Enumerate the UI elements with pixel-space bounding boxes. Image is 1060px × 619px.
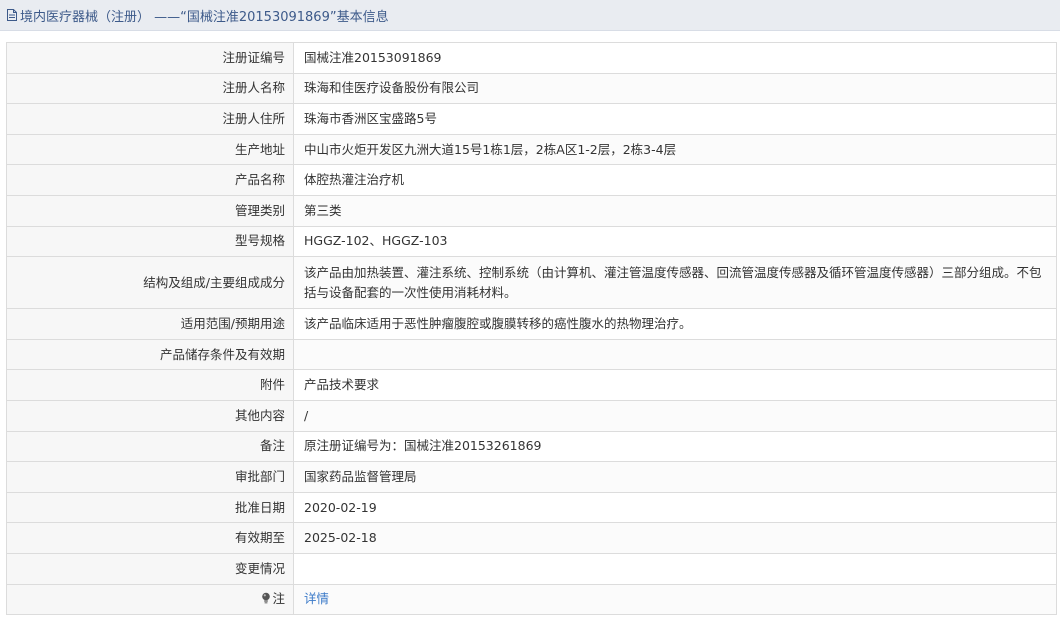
row-label: 备注 (6, 430, 294, 463)
row-label: 产品储存条件及有效期 (6, 338, 294, 371)
row-value: 国械注准20153091869 (293, 42, 1057, 74)
detail-link[interactable]: 详情 (304, 591, 329, 606)
row-label: 注册人名称 (6, 72, 294, 105)
row-label: 型号规格 (6, 225, 294, 258)
row-value: HGGZ-102、HGGZ-103 (293, 225, 1057, 258)
row-label: 管理类别 (6, 194, 294, 227)
row-label: 生产地址 (6, 133, 294, 166)
row-value: 珠海和佳医疗设备股份有限公司 (293, 72, 1057, 105)
row-label: 批准日期 (6, 491, 294, 524)
page-title-bar: 境内医疗器械（注册） ——“国械注准20153091869”基本信息 (0, 0, 1060, 31)
table-row: 生产地址 中山市火炬开发区九洲大道15号1栋1层，2栋A区1-2层，2栋3-4层 (6, 133, 1057, 166)
row-label: 附件 (6, 369, 294, 401)
row-value: 产品技术要求 (293, 369, 1057, 401)
table-row: 管理类别 第三类 (6, 194, 1057, 227)
row-label: 结构及组成/主要组成成分 (6, 256, 294, 310)
row-label: 注册人住所 (6, 103, 294, 135)
table-row: 其他内容 / (6, 399, 1057, 432)
table-row: 变更情况 (6, 552, 1057, 585)
document-icon (7, 9, 17, 21)
table-row: 注 详情 (6, 583, 1057, 616)
row-label: 适用范围/预期用途 (6, 308, 294, 340)
row-label: 有效期至 (6, 522, 294, 554)
device-info-table: 注册证编号 国械注准20153091869 注册人名称 珠海和佳医疗设备股份有限… (6, 42, 1057, 616)
table-row: 注册证编号 国械注准20153091869 (6, 42, 1057, 74)
row-value: 详情 (293, 583, 1057, 616)
table-row: 结构及组成/主要组成成分 该产品由加热装置、灌注系统、控制系统（由计算机、灌注管… (6, 256, 1057, 310)
table-row: 注册人住所 珠海市香洲区宝盛路5号 (6, 103, 1057, 135)
row-label: 其他内容 (6, 399, 294, 432)
row-value (293, 552, 1057, 585)
table-row: 审批部门 国家药品监督管理局 (6, 461, 1057, 493)
row-value: 原注册证编号为：国械注准20153261869 (293, 430, 1057, 463)
row-label: 审批部门 (6, 461, 294, 493)
row-label: 注册证编号 (6, 42, 294, 74)
table-row: 有效期至 2025-02-18 (6, 522, 1057, 554)
row-label: 注 (272, 590, 285, 606)
table-row: 产品储存条件及有效期 (6, 338, 1057, 371)
table-row: 备注 原注册证编号为：国械注准20153261869 (6, 430, 1057, 463)
row-value: 第三类 (293, 194, 1057, 227)
row-value: 体腔热灌注治疗机 (293, 164, 1057, 196)
lightbulb-icon (261, 590, 271, 610)
row-value: / (293, 399, 1057, 432)
row-value: 该产品临床适用于恶性肿瘤腹腔或腹膜转移的癌性腹水的热物理治疗。 (293, 308, 1057, 340)
page-title: 境内医疗器械（注册） ——“国械注准20153091869”基本信息 (20, 9, 389, 25)
table-row: 注册人名称 珠海和佳医疗设备股份有限公司 (6, 72, 1057, 105)
row-value (293, 338, 1057, 371)
row-label: 产品名称 (6, 164, 294, 196)
table-row: 附件 产品技术要求 (6, 369, 1057, 401)
row-label: 变更情况 (6, 552, 294, 585)
table-row: 批准日期 2020-02-19 (6, 491, 1057, 524)
row-value: 中山市火炬开发区九洲大道15号1栋1层，2栋A区1-2层，2栋3-4层 (293, 133, 1057, 166)
note-label-cell: 注 (6, 583, 294, 616)
table-row: 型号规格 HGGZ-102、HGGZ-103 (6, 225, 1057, 258)
row-value: 2020-02-19 (293, 491, 1057, 524)
table-row: 适用范围/预期用途 该产品临床适用于恶性肿瘤腹腔或腹膜转移的癌性腹水的热物理治疗… (6, 308, 1057, 340)
row-value: 该产品由加热装置、灌注系统、控制系统（由计算机、灌注管温度传感器、回流管温度传感… (293, 256, 1057, 310)
row-value: 珠海市香洲区宝盛路5号 (293, 103, 1057, 135)
table-row: 产品名称 体腔热灌注治疗机 (6, 164, 1057, 196)
row-value: 国家药品监督管理局 (293, 461, 1057, 493)
row-value: 2025-02-18 (293, 522, 1057, 554)
